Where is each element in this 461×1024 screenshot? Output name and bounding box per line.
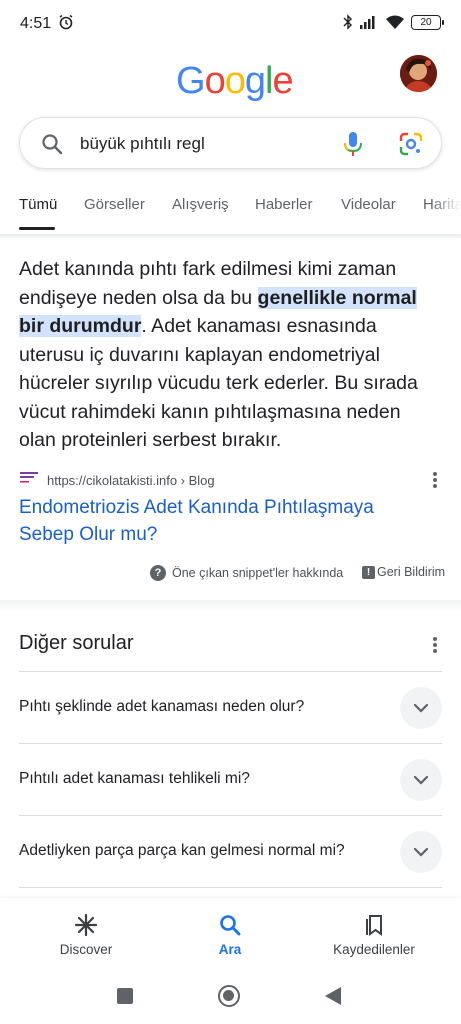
bottom-navigation: Discover Ara Kaydedilenler bbox=[0, 898, 461, 976]
chevron-down-icon[interactable] bbox=[400, 831, 442, 873]
battery-level: 20 bbox=[420, 16, 432, 28]
profile-picture-icon bbox=[400, 55, 437, 92]
other-questions-title: Diğer sorular bbox=[19, 632, 134, 654]
site-favicon bbox=[19, 470, 39, 488]
microphone-icon[interactable] bbox=[342, 131, 364, 157]
asterisk-icon bbox=[74, 913, 98, 937]
signal-icon bbox=[360, 16, 375, 29]
section-separator bbox=[0, 600, 461, 612]
about-snippets-label: Öne çıkan snippet'ler hakkında bbox=[172, 566, 344, 580]
more-options-icon[interactable] bbox=[433, 637, 437, 653]
active-tab-indicator bbox=[19, 227, 55, 230]
search-icon bbox=[220, 915, 241, 936]
tab-videos[interactable]: Videolar bbox=[341, 196, 396, 213]
feedback-button[interactable]: ! Geri Bildirim bbox=[362, 565, 445, 579]
chevron-down-icon[interactable] bbox=[400, 687, 442, 729]
bluetooth-icon bbox=[343, 14, 352, 30]
logo-letter: l bbox=[264, 60, 274, 102]
other-questions-list: Pıhtı şeklinde adet kanaması neden olur?… bbox=[19, 671, 442, 907]
snippet-source[interactable]: https://cikolatakisti.info › Blog bbox=[19, 470, 444, 490]
back-button[interactable] bbox=[325, 987, 341, 1005]
question-item[interactable]: Pıhtı şeklinde adet kanaması neden olur? bbox=[19, 671, 442, 743]
nav-search-label: Ara bbox=[218, 942, 242, 957]
logo-letter: G bbox=[176, 60, 206, 102]
question-text: Pıhtılı adet kanaması tehlikeli mi? bbox=[19, 770, 250, 787]
search-input[interactable]: büyük pıhtılı regl bbox=[80, 134, 205, 154]
recents-button[interactable] bbox=[117, 988, 133, 1004]
logo-letter: o bbox=[224, 60, 246, 102]
logo-letter: o bbox=[204, 60, 226, 102]
tab-shopping[interactable]: Alışveriş bbox=[172, 196, 229, 213]
search-icon bbox=[42, 134, 63, 155]
feedback-label: Geri Bildirim bbox=[377, 565, 446, 579]
chevron-down-icon[interactable] bbox=[400, 759, 442, 801]
nav-search[interactable]: Ara bbox=[170, 898, 290, 957]
logo-letter: e bbox=[272, 60, 293, 102]
question-text: Adetliyken parça parça kan gelmesi norma… bbox=[19, 842, 345, 859]
avatar[interactable] bbox=[400, 55, 437, 92]
nav-saved-label: Kaydedilenler bbox=[333, 942, 415, 957]
nav-discover-label: Discover bbox=[59, 942, 113, 957]
home-button[interactable] bbox=[218, 985, 240, 1007]
google-lens-icon[interactable] bbox=[398, 131, 424, 157]
question-item[interactable]: Pıhtılı adet kanaması tehlikeli mi? bbox=[19, 743, 442, 815]
google-logo[interactable]: Google bbox=[176, 60, 294, 103]
status-time: 4:51 bbox=[20, 15, 52, 32]
tab-all[interactable]: Tümü bbox=[19, 196, 57, 213]
tabs-fade bbox=[431, 196, 461, 232]
wifi-icon bbox=[386, 15, 404, 29]
alarm-icon bbox=[59, 14, 73, 30]
featured-snippet-text: Adet kanında pıhtı fark edilmesi kimi za… bbox=[19, 255, 439, 455]
tab-news[interactable]: Haberler bbox=[255, 196, 313, 213]
tab-images[interactable]: Görseller bbox=[84, 196, 145, 213]
about-snippets-link[interactable]: ? Öne çıkan snippet'ler hakkında bbox=[150, 565, 343, 581]
status-icons: 20 bbox=[343, 14, 444, 30]
source-url: https://cikolatakisti.info › Blog bbox=[47, 473, 215, 488]
logo-letter: g bbox=[244, 60, 266, 102]
search-tabs: Tümü Görseller Alışveriş Haberler Videol… bbox=[0, 196, 461, 232]
divider bbox=[0, 234, 461, 240]
snippet-footer: ? Öne çıkan snippet'ler hakkında ! Geri … bbox=[0, 565, 461, 585]
bookmarks-icon bbox=[366, 915, 382, 936]
result-title-link[interactable]: Endometriozis Adet Kanında Pıhtılaşmaya … bbox=[19, 494, 419, 548]
question-item[interactable]: Adetliyken parça parça kan gelmesi norma… bbox=[19, 815, 442, 887]
nav-discover[interactable]: Discover bbox=[26, 898, 146, 957]
help-icon: ? bbox=[150, 565, 166, 581]
question-text: Pıhtı şeklinde adet kanaması neden olur? bbox=[19, 698, 305, 715]
system-navigation-bar bbox=[0, 976, 461, 1024]
search-bar[interactable]: büyük pıhtılı regl bbox=[19, 117, 442, 169]
more-options-icon[interactable] bbox=[433, 472, 437, 488]
feedback-icon: ! bbox=[362, 565, 375, 579]
battery-icon: 20 bbox=[411, 14, 444, 30]
status-bar: 4:51 20 bbox=[0, 0, 461, 48]
nav-saved[interactable]: Kaydedilenler bbox=[314, 898, 434, 957]
